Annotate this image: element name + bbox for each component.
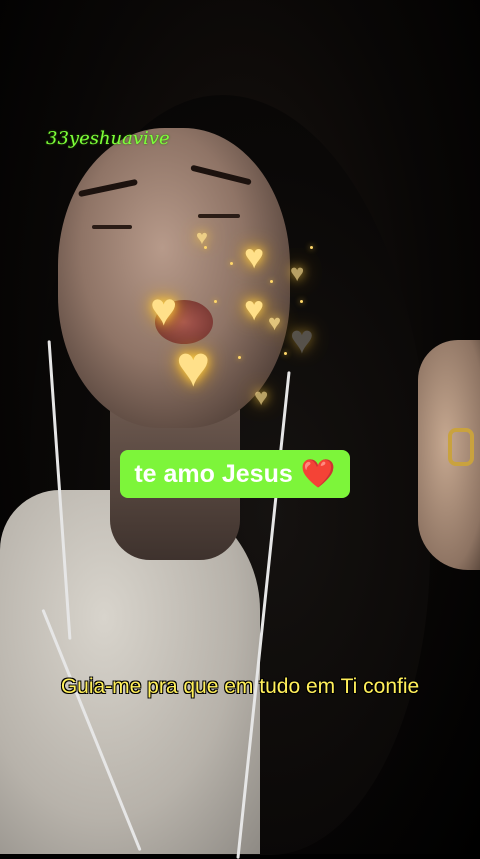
- golden-heart-icon: ♥: [196, 227, 208, 249]
- ring: [448, 428, 474, 466]
- golden-heart-icon: ♥: [290, 260, 305, 287]
- sparkle: [204, 246, 207, 249]
- golden-heart-icon: ♥: [150, 283, 178, 335]
- golden-heart-icon: ♥: [254, 384, 269, 411]
- right-eye-closed: [198, 214, 240, 218]
- caption-text: te amo Jesus: [134, 459, 293, 488]
- golden-heart-icon: ♥: [290, 318, 314, 362]
- sparkle: [270, 280, 273, 283]
- sparkle: [284, 352, 287, 355]
- sparkle: [310, 246, 313, 249]
- sparkle: [300, 300, 303, 303]
- left-eye-closed: [92, 225, 132, 229]
- red-heart-icon: ❤️: [300, 458, 336, 489]
- sparkle: [230, 262, 233, 265]
- subtitle: Guia-me pra que em tudo em Ti confie: [60, 675, 420, 698]
- caption-sticker: te amo Jesus ❤️: [120, 450, 350, 498]
- golden-heart-icon: ♥: [244, 238, 265, 276]
- golden-heart-icon: ♥: [268, 310, 282, 335]
- sparkle: [214, 300, 217, 303]
- watermark: 33yeshuavive: [46, 128, 170, 149]
- golden-heart-icon: ♥: [176, 334, 211, 399]
- face: [58, 128, 290, 428]
- golden-heart-icon: ♥: [244, 290, 265, 328]
- sparkle: [238, 356, 241, 359]
